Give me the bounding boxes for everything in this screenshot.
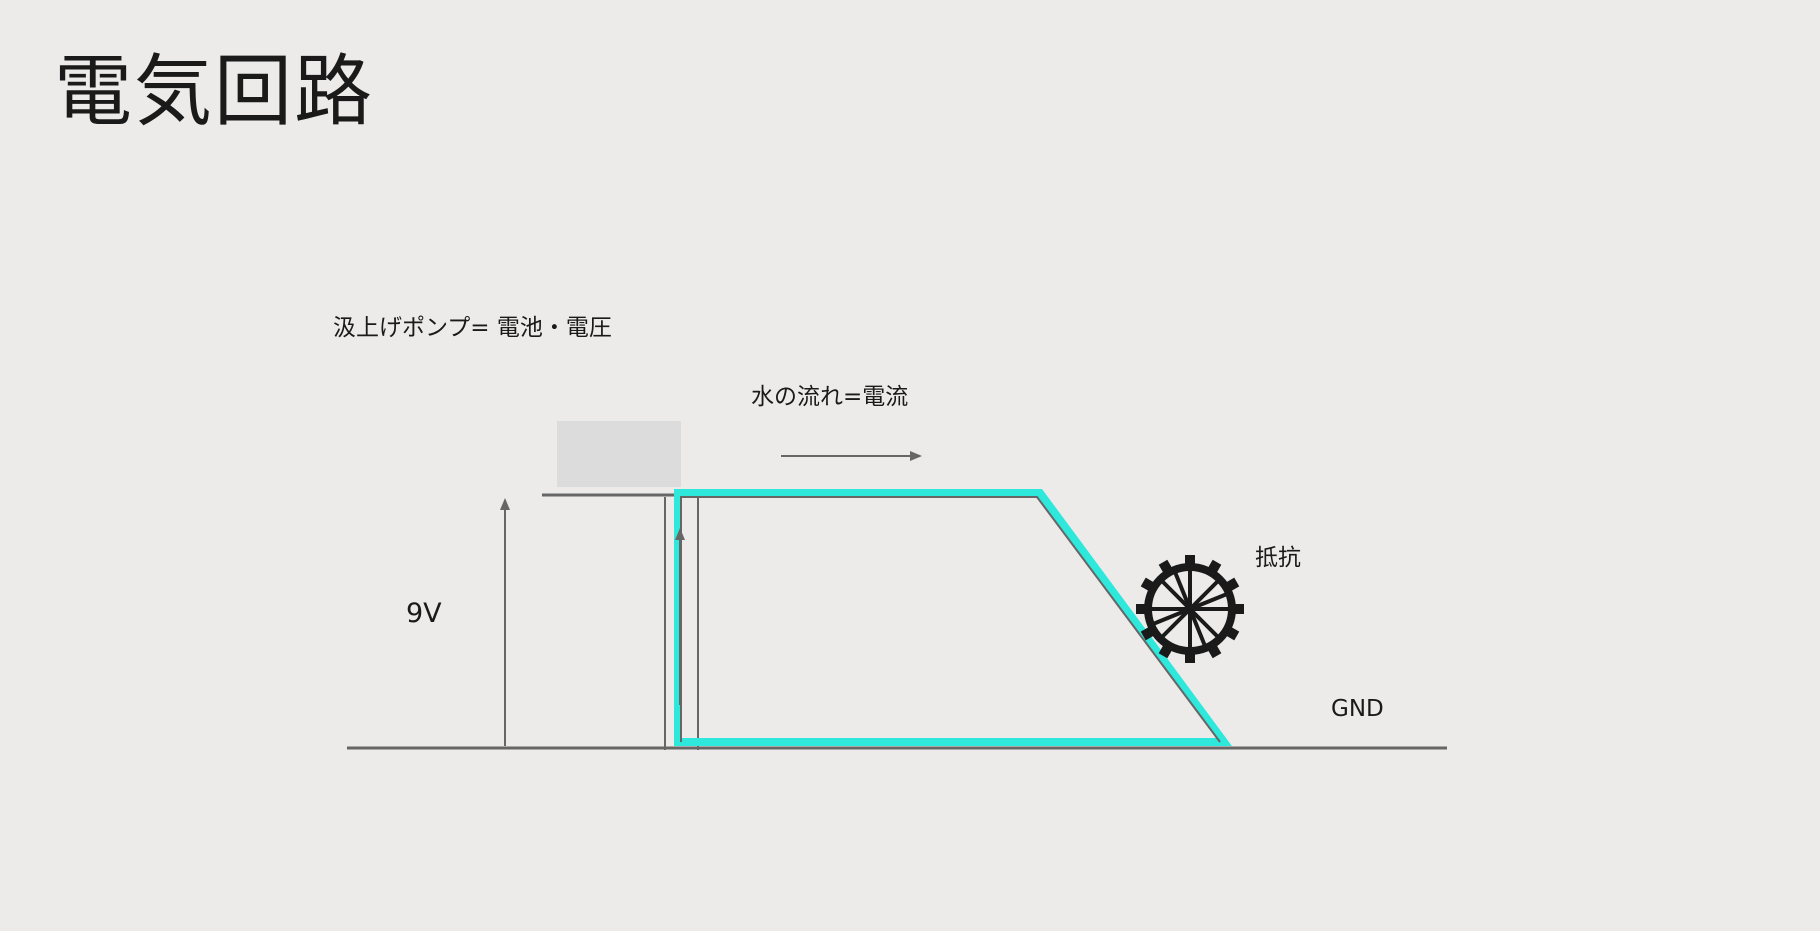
pump-label: 汲上げポンプ= 電池・電圧: [333, 315, 612, 341]
voltage-label: 9V: [406, 598, 442, 629]
resistance-label: 抵抗: [1255, 545, 1301, 571]
current-path: [674, 489, 1232, 746]
flow-label: 水の流れ=電流: [751, 384, 909, 410]
gnd-label: GND: [1331, 696, 1384, 722]
pump-box: [557, 421, 681, 487]
slide: 電気回路 汲上げポンプ= 電池・電圧 水の流れ=電流 9V 抵抗 GND: [0, 0, 1820, 931]
water-circuit-diagram: [347, 421, 1447, 750]
pipe-line: [680, 496, 1221, 743]
